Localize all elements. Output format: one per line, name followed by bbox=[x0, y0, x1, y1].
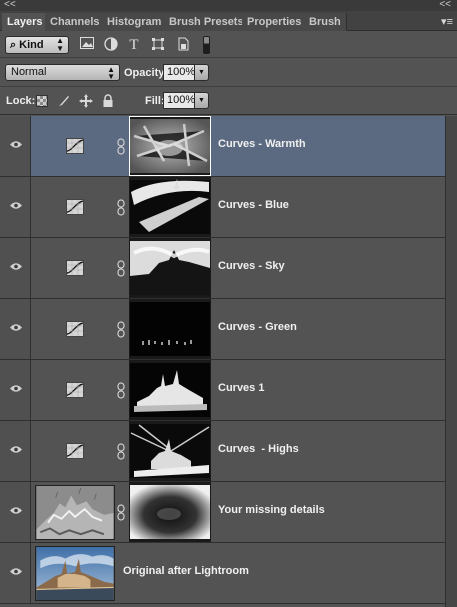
curves-adjustment-icon[interactable] bbox=[66, 443, 84, 459]
mask-link-icon[interactable] bbox=[117, 260, 125, 277]
opacity-label: Opacity: bbox=[124, 67, 169, 79]
mask-link-icon[interactable] bbox=[117, 138, 125, 155]
lock-transparency-icon[interactable] bbox=[36, 95, 48, 107]
layer-row[interactable]: Curves - Highs bbox=[0, 421, 445, 482]
smart-object-filter-icon[interactable] bbox=[175, 37, 191, 53]
visibility-toggle[interactable] bbox=[0, 482, 31, 542]
layer-name[interactable]: Original after Lightroom bbox=[123, 565, 249, 577]
layer-row[interactable]: Curves - Blue bbox=[0, 177, 445, 238]
layer-row[interactable]: Curves - Warmth bbox=[0, 116, 445, 177]
layer-name[interactable]: Curves - Warmth bbox=[218, 138, 306, 150]
tab-histogram[interactable]: Histogram bbox=[102, 13, 168, 31]
eye-icon bbox=[10, 385, 22, 392]
panel-tab-bar: Layers Channels Histogram Brush Presets … bbox=[0, 11, 457, 31]
layer-name[interactable]: Curves - Blue bbox=[218, 199, 289, 211]
lock-all-icon[interactable] bbox=[101, 94, 115, 108]
layer-name[interactable]: Curves - Sky bbox=[218, 260, 285, 272]
tab-brush[interactable]: Brush bbox=[304, 13, 347, 31]
layer-mask-thumbnail[interactable] bbox=[129, 421, 211, 481]
blend-mode-row: Normal ▲ ▼ Opacity: 100% ▼ bbox=[0, 59, 457, 87]
eye-icon bbox=[10, 507, 22, 514]
eye-icon bbox=[10, 141, 22, 148]
layer-mask-thumbnail[interactable] bbox=[129, 299, 211, 359]
layers-list: Curves - Warmth Curves - Blue Curves - S… bbox=[0, 116, 457, 607]
lock-image-pixels-icon[interactable] bbox=[57, 94, 71, 108]
mask-link-icon[interactable] bbox=[117, 504, 125, 521]
visibility-toggle[interactable] bbox=[0, 116, 31, 176]
blend-mode-select[interactable]: Normal ▲ ▼ bbox=[5, 64, 120, 81]
tab-properties[interactable]: Properties bbox=[242, 13, 308, 31]
eye-icon bbox=[10, 202, 22, 209]
visibility-toggle[interactable] bbox=[0, 177, 31, 237]
panel-collapse-strip: << << bbox=[0, 0, 457, 11]
layers-scrollbar[interactable] bbox=[445, 116, 457, 607]
layer-mask-thumbnail[interactable] bbox=[129, 238, 211, 298]
shape-layer-filter-icon[interactable] bbox=[150, 37, 166, 53]
layer-name[interactable]: Curves 1 bbox=[218, 382, 264, 394]
eye-icon bbox=[10, 263, 22, 270]
type-layer-filter-icon[interactable]: T bbox=[126, 37, 142, 53]
pixel-layer-filter-icon[interactable] bbox=[79, 37, 95, 53]
eye-icon bbox=[10, 446, 22, 453]
layer-row[interactable]: Your missing details bbox=[0, 482, 445, 543]
curves-adjustment-icon[interactable] bbox=[66, 260, 84, 276]
curves-adjustment-icon[interactable] bbox=[66, 138, 84, 154]
panel-menu-icon[interactable]: ▾≡ bbox=[441, 15, 453, 28]
curves-adjustment-icon[interactable] bbox=[66, 382, 84, 398]
fill-input[interactable]: 100% bbox=[163, 92, 195, 109]
stepper-arrows-icon: ▲ ▼ bbox=[56, 36, 64, 53]
collapse-left-icon[interactable]: << bbox=[4, 0, 16, 10]
visibility-toggle[interactable] bbox=[0, 421, 31, 481]
curves-adjustment-icon[interactable] bbox=[66, 199, 84, 215]
filter-kind-select[interactable]: ⌕ Kind ▲ ▼ bbox=[5, 36, 69, 54]
fill-dropdown-icon[interactable]: ▼ bbox=[195, 92, 209, 109]
blend-mode-value: Normal bbox=[11, 66, 47, 78]
mask-link-icon[interactable] bbox=[117, 382, 125, 399]
eye-icon bbox=[10, 324, 22, 331]
visibility-toggle[interactable] bbox=[0, 543, 31, 603]
layer-row[interactable]: Curves - Sky bbox=[0, 238, 445, 299]
layer-row[interactable]: Curves 1 bbox=[0, 360, 445, 421]
layer-mask-thumbnail[interactable] bbox=[129, 360, 211, 420]
lock-label: Lock: bbox=[6, 95, 36, 107]
tab-layers[interactable]: Layers bbox=[2, 13, 49, 31]
layer-thumbnail[interactable] bbox=[35, 485, 115, 540]
layer-row[interactable]: Original after Lightroom bbox=[0, 543, 445, 604]
layer-filter-row: ⌕ Kind ▲ ▼ T bbox=[0, 31, 457, 58]
stepper-arrows-icon: ▲ ▼ bbox=[107, 65, 115, 81]
layer-name[interactable]: Curves - Green bbox=[218, 321, 297, 333]
curves-adjustment-icon[interactable] bbox=[66, 321, 84, 337]
layer-row[interactable]: Curves - Green bbox=[0, 299, 445, 360]
layer-thumbnail[interactable] bbox=[35, 546, 115, 601]
opacity-input[interactable]: 100% bbox=[163, 64, 195, 81]
filter-kind-label: Kind bbox=[19, 39, 44, 51]
fill-label: Fill: bbox=[145, 95, 165, 107]
lock-row: Lock: Fill: 100% ▼ bbox=[0, 88, 457, 115]
filter-toggle-switch[interactable] bbox=[203, 36, 210, 54]
adjustment-layer-filter-icon[interactable] bbox=[103, 37, 119, 53]
visibility-toggle[interactable] bbox=[0, 299, 31, 359]
visibility-toggle[interactable] bbox=[0, 360, 31, 420]
mask-link-icon[interactable] bbox=[117, 321, 125, 338]
layer-mask-thumbnail[interactable] bbox=[129, 116, 211, 176]
lock-position-icon[interactable] bbox=[79, 94, 93, 108]
layer-name[interactable]: Your missing details bbox=[218, 504, 325, 516]
search-icon: ⌕ bbox=[10, 39, 17, 51]
layer-mask-thumbnail[interactable] bbox=[129, 482, 211, 542]
tab-brush-presets[interactable]: Brush Presets bbox=[164, 13, 250, 31]
layer-mask-thumbnail[interactable] bbox=[129, 177, 211, 237]
opacity-dropdown-icon[interactable]: ▼ bbox=[195, 64, 209, 81]
collapse-right-icon[interactable]: << bbox=[439, 0, 451, 10]
layer-name[interactable]: Curves - Highs bbox=[218, 443, 299, 455]
eye-icon bbox=[10, 568, 22, 575]
mask-link-icon[interactable] bbox=[117, 199, 125, 216]
mask-link-icon[interactable] bbox=[117, 443, 125, 460]
tab-channels[interactable]: Channels bbox=[45, 13, 106, 31]
visibility-toggle[interactable] bbox=[0, 238, 31, 298]
